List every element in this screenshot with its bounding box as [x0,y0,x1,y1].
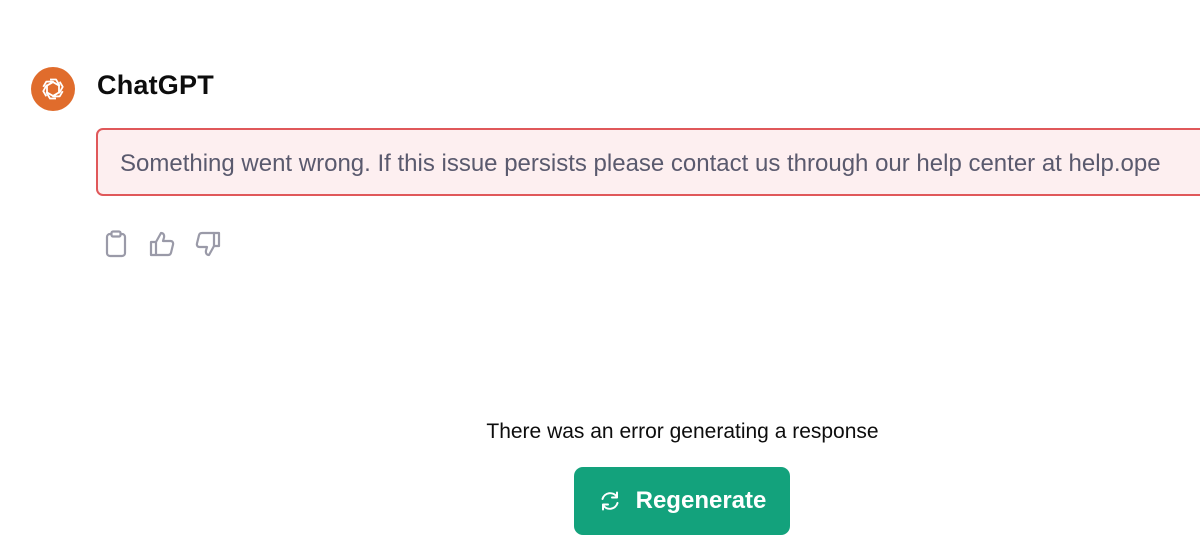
copy-button[interactable] [98,226,134,262]
thumbs-down-icon [195,231,221,257]
avatar [31,67,75,111]
refresh-icon [598,489,622,513]
message-actions [98,226,226,262]
message-author: ChatGPT [97,70,214,100]
clipboard-icon [105,230,127,258]
regenerate-label: Regenerate [635,487,767,514]
error-message-box: Something went wrong. If this issue pers… [96,128,1200,196]
thumbs-up-button[interactable] [144,226,180,262]
error-status-text: There was an error generating a response [486,420,879,443]
thumbs-down-button[interactable] [190,226,226,262]
regenerate-button[interactable]: Regenerate [574,467,790,535]
thumbs-up-icon [149,231,175,257]
error-message-text: Something went wrong. If this issue pers… [120,150,1161,177]
openai-logo-icon [42,78,64,100]
